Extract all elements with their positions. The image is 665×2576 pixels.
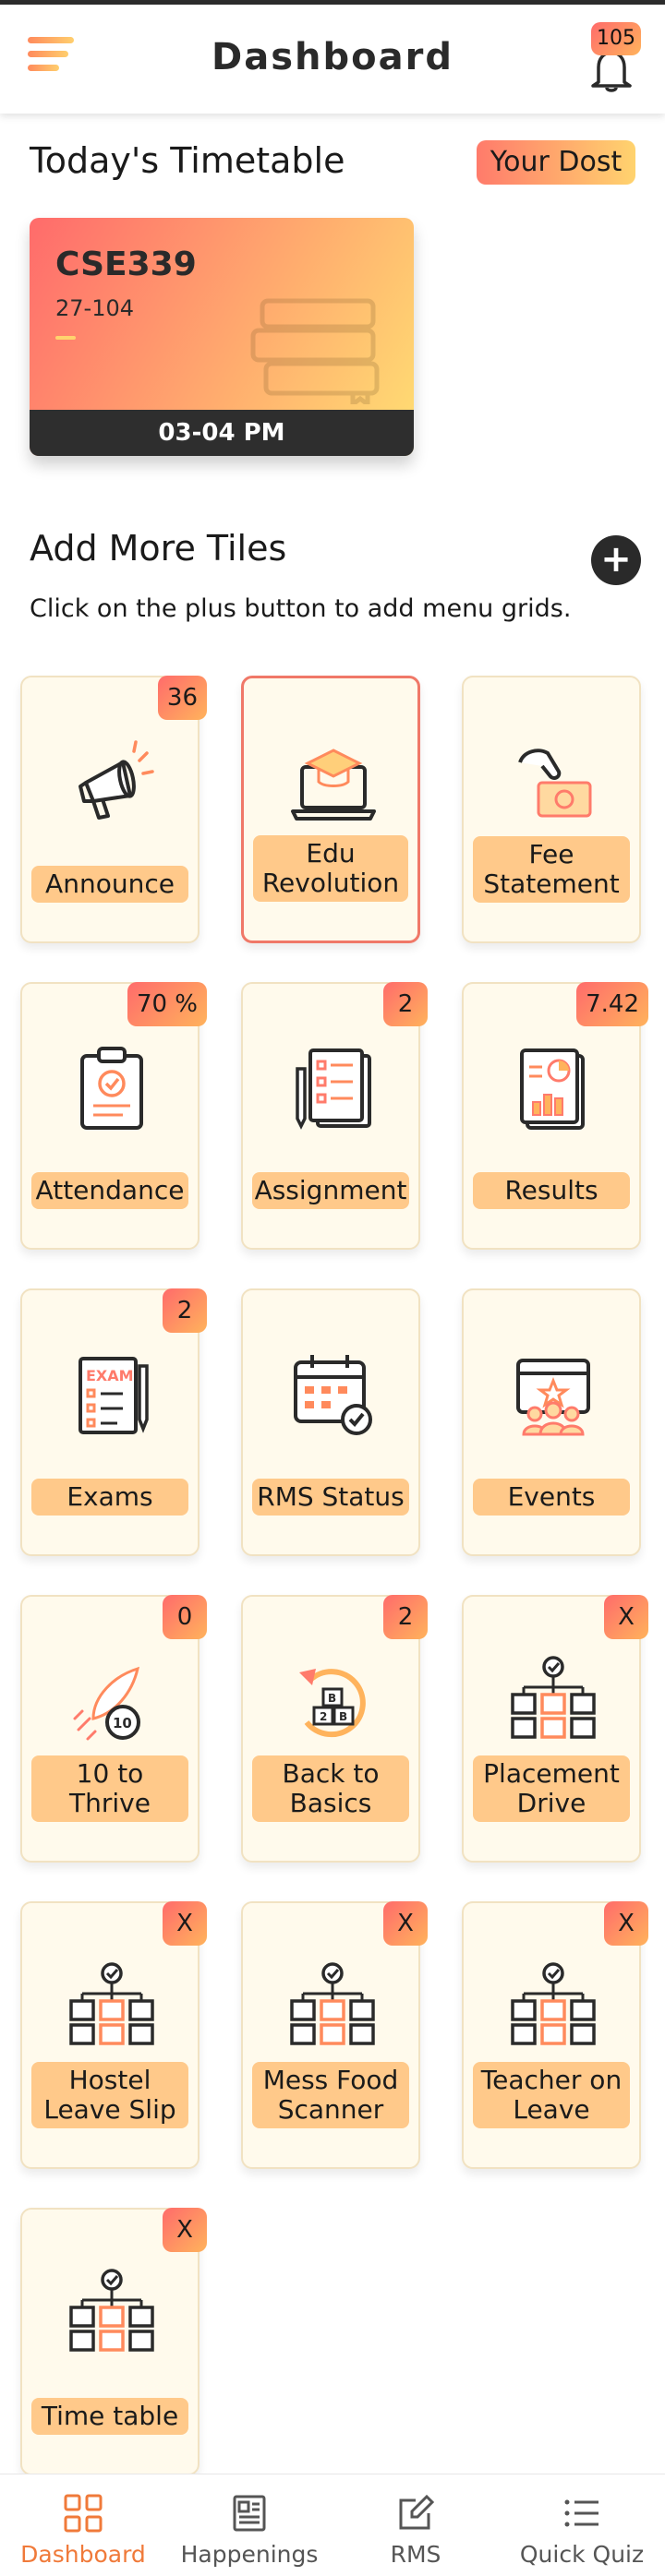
course-code: CSE339 xyxy=(55,246,197,283)
tile-back-to-basics[interactable]: B2B Back to Basics 2 xyxy=(241,1595,428,1863)
tile-label: Edu Revolution xyxy=(253,835,408,902)
divider xyxy=(55,336,76,340)
app-header: Dashboard xyxy=(0,5,665,114)
svg-text:B: B xyxy=(339,1710,347,1723)
clipboard-check-icon xyxy=(80,1047,143,1130)
nav-dashboard[interactable]: Dashboard xyxy=(0,2474,166,2576)
add-tiles-hint: Click on the plus button to add menu gri… xyxy=(30,594,572,623)
tile-label: Results xyxy=(473,1172,630,1209)
tile-badge: 36 xyxy=(157,676,207,720)
tile-label: Attendance xyxy=(31,1172,188,1209)
event-people-icon xyxy=(516,1359,590,1436)
tile-remove-badge[interactable]: X xyxy=(163,2208,207,2252)
tile-label: Hostel Leave Slip xyxy=(31,2062,188,2128)
tile-badge: 2 xyxy=(383,982,428,1026)
tile-10-to-thrive[interactable]: 10 10 to Thrive 0 xyxy=(20,1595,207,1863)
tile-label: RMS Status xyxy=(252,1479,409,1516)
tile-remove-badge[interactable]: X xyxy=(604,1595,648,1639)
rocket-icon: 10 xyxy=(73,1666,140,1741)
room-number: 27-104 xyxy=(55,295,135,321)
tile-remove-badge[interactable]: X xyxy=(604,1901,648,1946)
tile-badge: 70 % xyxy=(127,982,207,1026)
org-chart-icon xyxy=(511,1656,596,1739)
tile-label: Events xyxy=(473,1479,630,1516)
tile-announce[interactable]: Announce 36 xyxy=(20,676,207,943)
tile-assignment[interactable]: Assignment 2 xyxy=(241,982,428,1250)
tile-badge: 2 xyxy=(383,1595,428,1639)
tile-label: Exams xyxy=(31,1479,188,1516)
tile-fee-statement[interactable]: Fee Statement xyxy=(462,676,641,943)
tile-attendance[interactable]: Attendance 70 % xyxy=(20,982,207,1250)
back-blocks-icon: B2 B xyxy=(299,1669,366,1738)
bottom-navigation: Dashboard Happenings RMS Quick Quiz xyxy=(0,2474,665,2576)
nav-happenings[interactable]: Happenings xyxy=(166,2474,332,2576)
megaphone-icon xyxy=(79,740,154,820)
org-chart-icon xyxy=(69,2269,154,2352)
tile-remove-badge[interactable]: X xyxy=(163,1901,207,1946)
class-time: 03-04 PM xyxy=(30,410,414,456)
tile-label: Assignment xyxy=(252,1172,409,1209)
books-icon xyxy=(250,298,380,404)
timetable-heading: Today's Timetable xyxy=(30,140,345,181)
assignment-list-icon xyxy=(296,1048,371,1130)
tile-hostel-leave-slip[interactable]: Hostel Leave Slip X xyxy=(20,1901,207,2169)
org-chart-icon xyxy=(290,1962,375,2045)
tile-remove-badge[interactable]: X xyxy=(383,1901,428,1946)
tile-results[interactable]: Results 7.42 xyxy=(462,982,648,1250)
add-tile-button[interactable]: + xyxy=(591,535,641,585)
tile-teacher-on-leave[interactable]: Teacher on Leave X xyxy=(462,1901,648,2169)
timetable-card[interactable]: CSE339 27-104 03-04 PM xyxy=(30,218,414,456)
tile-placement-drive[interactable]: Placement Drive X xyxy=(462,1595,648,1863)
newspaper-icon xyxy=(233,2495,266,2532)
nav-quick-quiz[interactable]: Quick Quiz xyxy=(499,2474,665,2576)
tile-label: Mess Food Scanner xyxy=(252,2062,409,2128)
nav-rms[interactable]: RMS xyxy=(332,2474,499,2576)
tile-mess-food-scanner[interactable]: Mess Food Scanner X xyxy=(241,1901,428,2169)
svg-text:EXAM: EXAM xyxy=(86,1367,134,1384)
tile-badge: 2 xyxy=(163,1288,207,1333)
tile-events[interactable]: Events xyxy=(462,1288,641,1556)
tile-label: Time table xyxy=(31,2398,188,2435)
tile-edu-revolution[interactable]: Edu Revolution xyxy=(241,676,420,943)
nav-label: Dashboard xyxy=(20,2541,146,2568)
svg-text:2: 2 xyxy=(320,1710,327,1723)
tile-label: Fee Statement xyxy=(473,836,630,903)
tile-label: Back to Basics xyxy=(252,1755,409,1822)
add-tiles-heading: Add More Tiles xyxy=(30,528,287,569)
your-dost-button[interactable]: Your Dost xyxy=(477,140,635,185)
fee-payment-icon xyxy=(518,749,592,818)
page-title: Dashboard xyxy=(212,36,453,78)
tile-exams[interactable]: EXAM Exams 2 xyxy=(20,1288,207,1556)
nav-label: RMS xyxy=(390,2541,441,2568)
tile-label: Teacher on Leave xyxy=(473,2062,630,2128)
nav-label: Quick Quiz xyxy=(519,2541,645,2568)
org-chart-icon xyxy=(511,1962,596,2045)
tile-label: 10 to Thrive xyxy=(31,1755,188,1822)
tile-rms-status[interactable]: RMS Status xyxy=(241,1288,420,1556)
tile-badge: 0 xyxy=(163,1595,207,1639)
tile-badge: 7.42 xyxy=(576,982,648,1026)
tile-label: Placement Drive xyxy=(473,1755,630,1822)
tile-label: Announce xyxy=(31,866,188,903)
report-chart-icon xyxy=(520,1048,585,1130)
svg-text:10: 10 xyxy=(113,1715,132,1731)
tile-time-table[interactable]: Time table X xyxy=(20,2208,207,2475)
org-chart-icon xyxy=(69,1962,154,2045)
exam-paper-icon: EXAM xyxy=(79,1357,149,1434)
svg-text:B: B xyxy=(328,1692,336,1705)
calendar-check-icon xyxy=(294,1355,372,1435)
nav-label: Happenings xyxy=(180,2541,319,2568)
edit-icon xyxy=(399,2494,435,2530)
laptop-graduation-icon xyxy=(291,749,376,821)
list-icon xyxy=(564,2499,598,2527)
notification-count-badge: 105 xyxy=(591,22,641,55)
grid-icon xyxy=(64,2494,103,2533)
